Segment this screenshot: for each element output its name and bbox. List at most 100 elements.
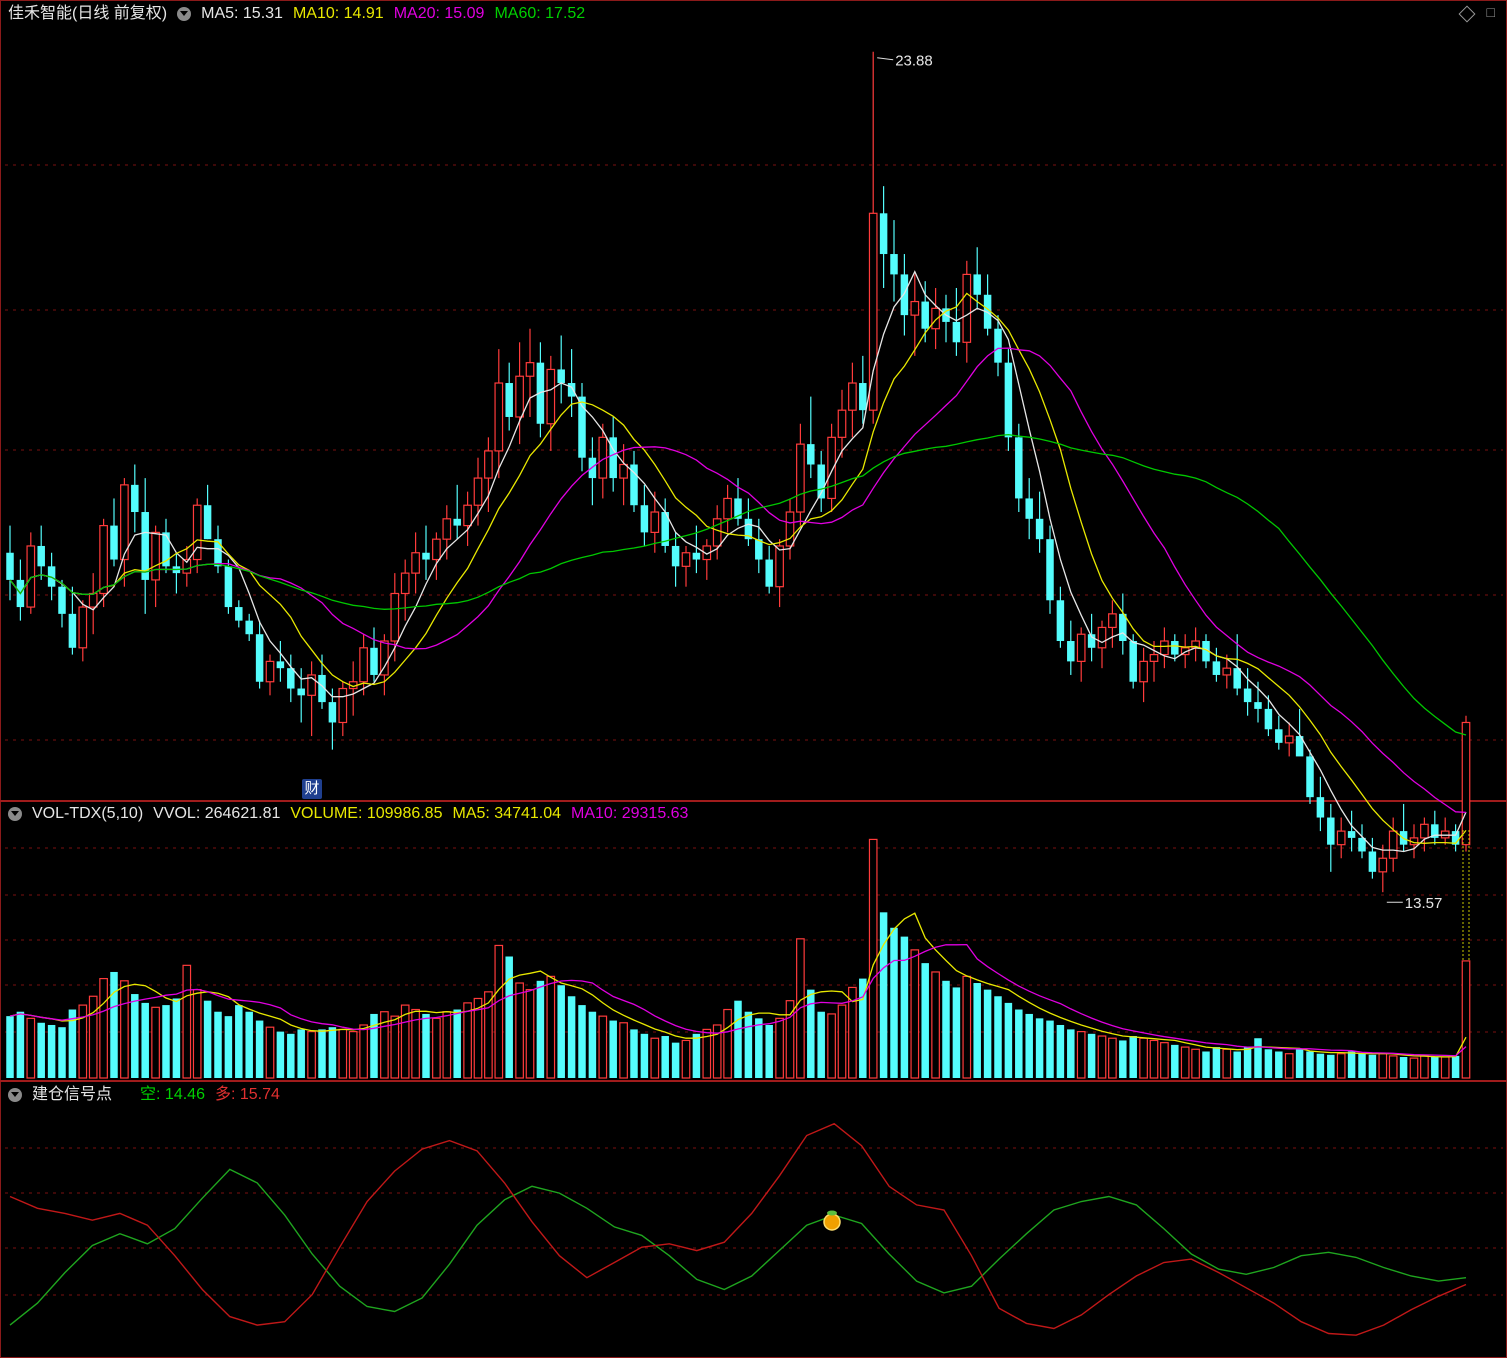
volume-bar-up <box>723 1008 732 1079</box>
volume-bar-down <box>1046 1020 1054 1078</box>
candle-up <box>1461 721 1471 846</box>
volume-bar-down <box>1015 1009 1023 1078</box>
candle-down <box>110 525 118 560</box>
volume-bar-down <box>203 1000 212 1078</box>
candle-down <box>1368 851 1377 872</box>
volume-bar-down <box>47 1024 56 1078</box>
candle-up <box>619 463 628 479</box>
candle-down <box>203 505 212 540</box>
finance-badge-icon[interactable]: 财 <box>302 779 322 799</box>
candle-down <box>1025 498 1033 519</box>
volume-bar-down <box>1431 1056 1439 1078</box>
volume-bar-down <box>567 996 576 1078</box>
volume-bar-up <box>1388 1055 1398 1079</box>
candle-up <box>88 592 98 608</box>
candle-down <box>276 661 285 669</box>
candle-up <box>723 497 732 520</box>
volume-bar-up <box>120 980 129 1079</box>
volume-bar-down <box>1129 1036 1137 1078</box>
volume-bar-up <box>827 1013 836 1079</box>
volume-bar-down <box>318 1029 326 1078</box>
candle-down <box>1004 362 1013 438</box>
candle-up <box>1149 653 1159 662</box>
candle-down <box>1233 668 1241 689</box>
volume-bar-up <box>525 989 535 1079</box>
candle-up <box>473 477 483 506</box>
volume-bar-down <box>1358 1053 1366 1078</box>
volume-bar-down <box>37 1022 45 1078</box>
volume-bar-up <box>598 1015 608 1079</box>
candle-up <box>1076 633 1086 662</box>
candle-down <box>921 301 929 329</box>
volume-bar-down <box>640 1033 649 1078</box>
entry-signal-leaf-icon <box>827 1210 837 1216</box>
volume-bar-up <box>546 975 556 1079</box>
long-signal-line <box>9 1122 1467 1336</box>
candle-down <box>6 552 14 580</box>
candle-up <box>650 511 660 533</box>
volume-bar-down <box>1233 1051 1241 1078</box>
volume-bar-down <box>1347 1051 1356 1078</box>
volume-bar-down <box>1327 1054 1335 1078</box>
volume-bar-up <box>1149 1039 1159 1079</box>
volume-bar-up <box>1378 1053 1388 1079</box>
candle-down <box>879 213 888 255</box>
candle-up <box>99 524 108 595</box>
volume-bar-down <box>692 1033 701 1078</box>
candle-down <box>900 274 909 316</box>
candle-up <box>546 368 556 425</box>
volume-bar-down <box>1119 1040 1127 1078</box>
candle-down <box>1129 641 1137 682</box>
candle-up <box>359 647 368 683</box>
candle-up <box>868 212 878 411</box>
volume-bar-down <box>1035 1018 1044 1078</box>
candle-down <box>224 566 233 608</box>
candle-down <box>1316 797 1325 818</box>
volume-bar-down <box>131 994 139 1078</box>
candle-up <box>827 436 836 500</box>
volume-bar-down <box>110 971 118 1078</box>
candle-down <box>973 274 981 295</box>
volume-bar-up <box>1440 1056 1450 1079</box>
volume-bar-up <box>463 1002 472 1079</box>
candle-up <box>265 660 275 683</box>
volume-bar-down <box>162 1005 170 1078</box>
candle-down <box>671 545 680 567</box>
volume-bar-up <box>182 964 192 1079</box>
volume-bar-up <box>88 995 98 1079</box>
candle-down <box>1327 817 1335 845</box>
volume-bar-down <box>235 1005 243 1078</box>
volume-bar-up <box>1160 1042 1169 1079</box>
candle-up <box>1284 735 1294 744</box>
candle-down <box>68 613 77 648</box>
candle-down <box>1046 539 1054 601</box>
candle-up <box>962 273 972 343</box>
candle-down <box>1264 708 1273 730</box>
volume-bar-down <box>1067 1029 1075 1078</box>
volume-bar-down <box>578 1005 586 1078</box>
volume-bar-down <box>1056 1024 1065 1078</box>
volume-bar-down <box>744 1011 753 1078</box>
candle-up <box>1160 640 1169 656</box>
candle-up <box>151 531 160 581</box>
stock-chart-canvas[interactable]: 23.88 13.57 <box>0 0 1507 1358</box>
candle-down <box>952 321 961 343</box>
volume-bar-down <box>287 1033 295 1078</box>
candle-down <box>1056 600 1065 642</box>
high-arrow <box>877 57 894 61</box>
candle-up <box>494 382 504 452</box>
candle-down <box>131 484 139 513</box>
volume-bar-down <box>1243 1047 1252 1078</box>
volume-bar-up <box>1284 1053 1294 1079</box>
candle-down <box>567 383 576 397</box>
volume-bar-up <box>99 977 108 1079</box>
volume-bar-up <box>359 1024 368 1079</box>
volume-bar-down <box>765 1024 773 1078</box>
candle-up <box>848 382 857 411</box>
volume-bar-up <box>432 1017 441 1079</box>
candle-down <box>890 254 898 275</box>
volume-bar-up <box>192 989 202 1079</box>
volume-bar-up <box>931 971 940 1079</box>
volume-bar-down <box>1087 1033 1096 1078</box>
volume-bar-up <box>1461 960 1471 1079</box>
